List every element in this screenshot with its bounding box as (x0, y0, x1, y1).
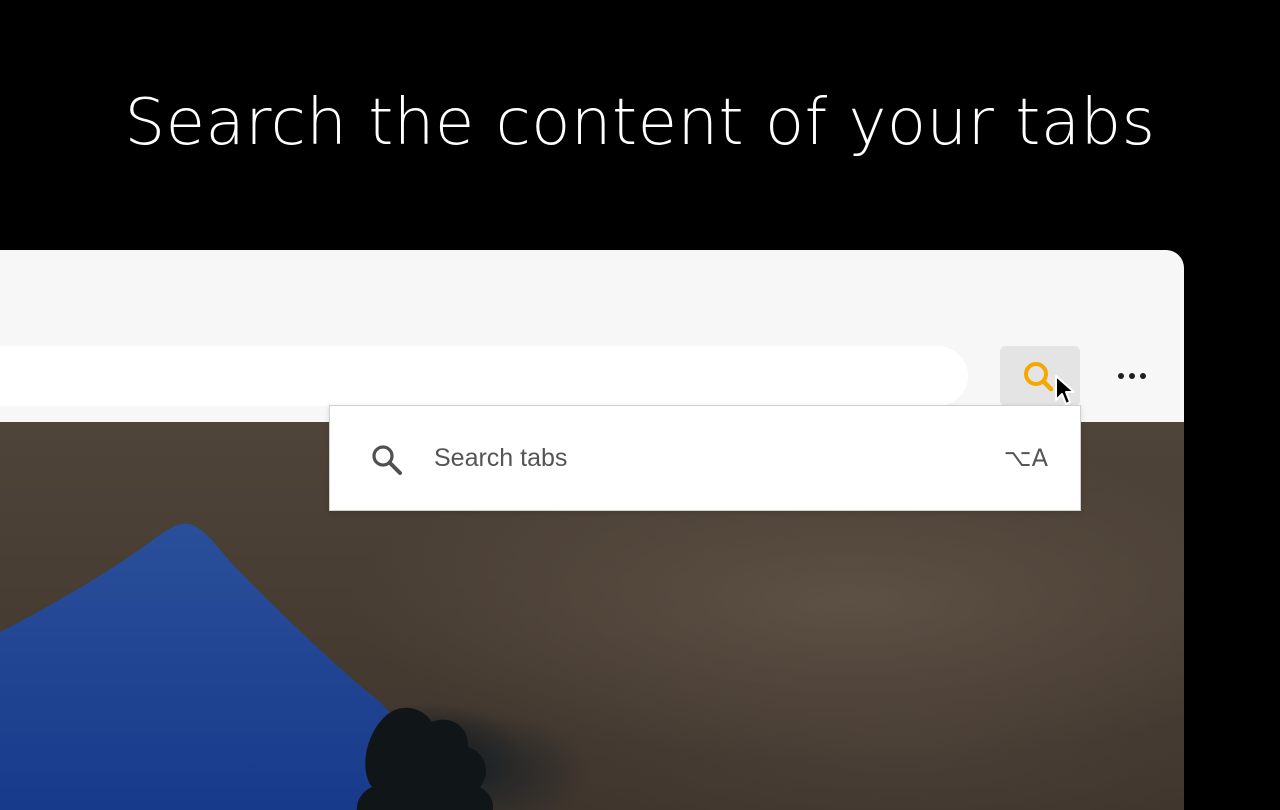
headline: Search the content of your tabs (124, 86, 1156, 160)
more-button[interactable] (1108, 360, 1156, 392)
address-bar[interactable] (0, 346, 968, 406)
search-icon (372, 445, 402, 475)
keyboard-shortcut: ⌥A (1003, 444, 1048, 472)
browser-window (0, 250, 1184, 810)
search-tabs-dropdown[interactable]: Search tabs ⌥A (329, 405, 1081, 511)
search-tabs-label: Search tabs (434, 444, 568, 472)
mouse-cursor-icon (1055, 375, 1075, 405)
